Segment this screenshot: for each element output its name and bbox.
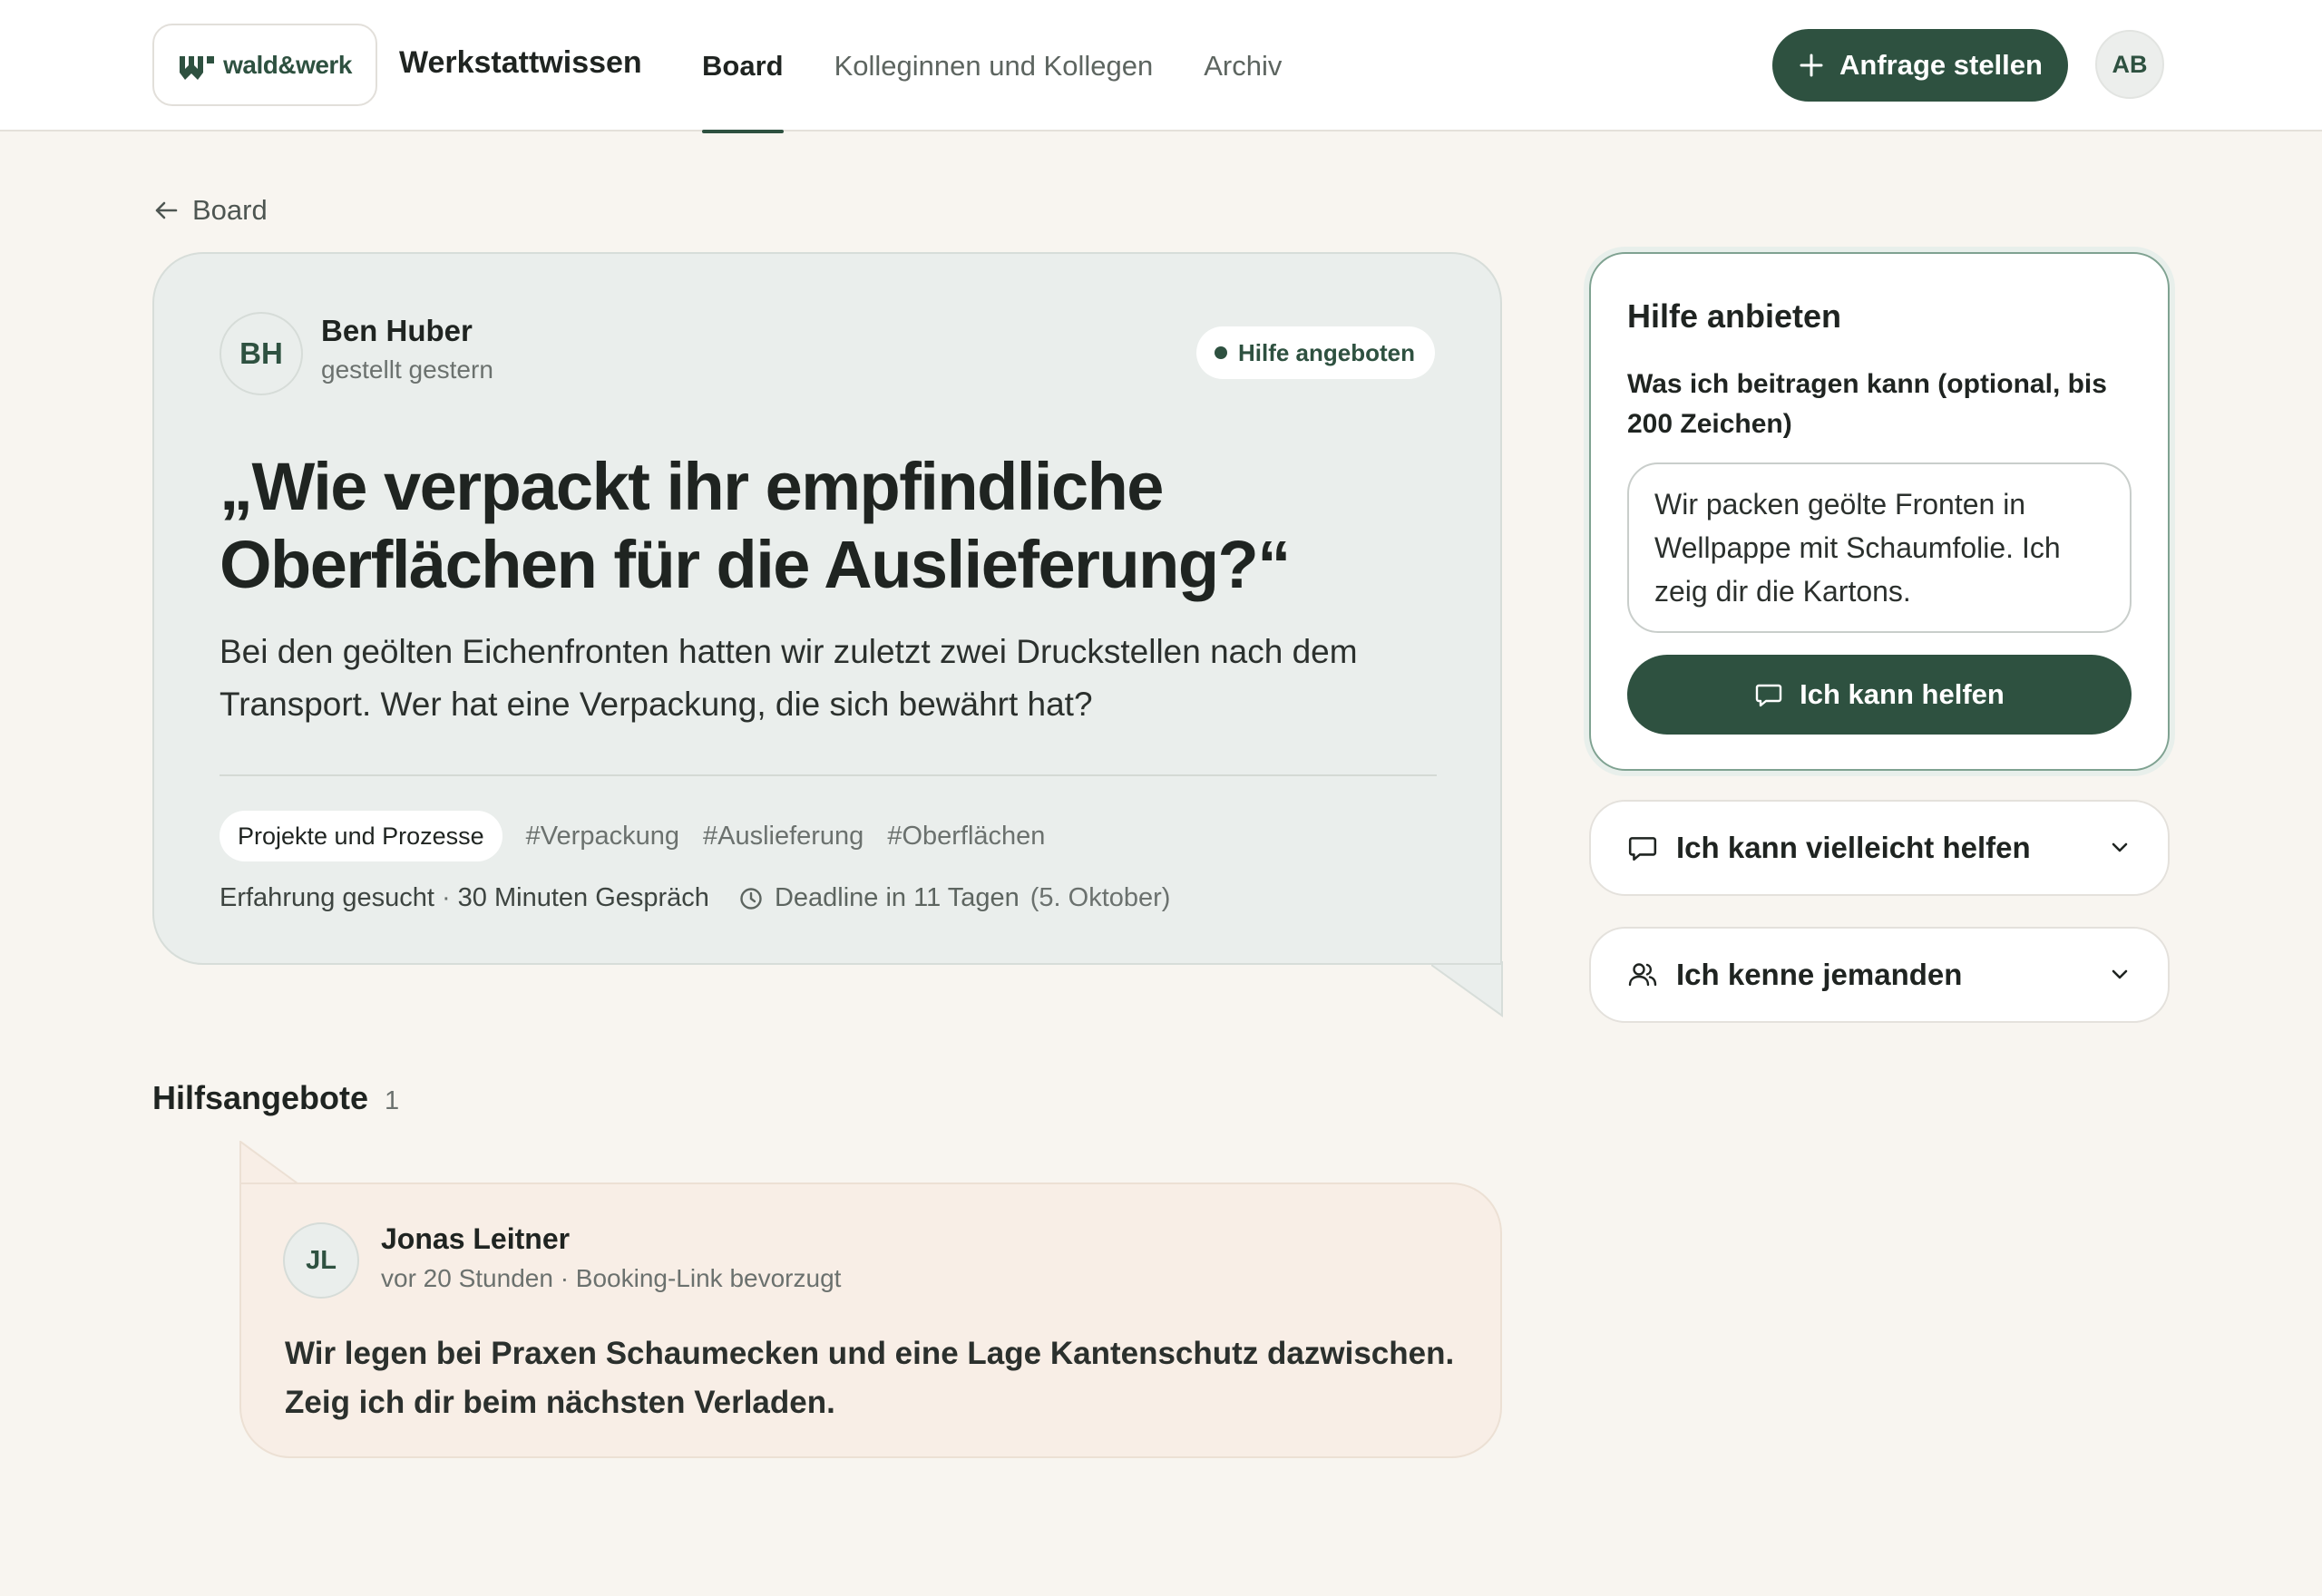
question-meta-row: Erfahrung gesucht · 30 Minuten Gespräch … <box>220 883 1170 913</box>
users-icon <box>1628 963 1657 987</box>
tag-row: Projekte und Prozesse #Verpackung #Ausli… <box>220 811 1045 861</box>
logo-text: wald&werk <box>223 50 352 79</box>
offer-meta: vor 20 Stunden · Booking-Link bevorzugt <box>381 1264 842 1292</box>
app-name: Werkstattwissen <box>399 45 642 80</box>
offers-count: 1 <box>385 1086 400 1115</box>
user-avatar[interactable]: AB <box>2095 30 2164 99</box>
accordion-maybe-help[interactable]: Ich kann vielleicht helfen <box>1589 800 2170 896</box>
chat-bubble-icon <box>1755 684 1782 707</box>
chevron-down-icon <box>2112 842 2128 852</box>
request-format: 30 Minuten Gespräch <box>457 883 709 912</box>
request-type: Erfahrung gesucht <box>220 883 434 912</box>
i-can-help-label: Ich kann helfen <box>1800 678 2005 710</box>
category-pill[interactable]: Projekte und Prozesse <box>220 811 502 861</box>
tag-auslieferung[interactable]: #Auslieferung <box>703 822 863 852</box>
offer-author-avatar: JL <box>283 1222 359 1299</box>
chat-bubble-icon <box>1628 837 1657 861</box>
deadline-date: (5. Oktober) <box>1029 883 1171 912</box>
tag-verpackung[interactable]: #Verpackung <box>526 822 679 852</box>
status-label: Hilfe angeboten <box>1237 338 1415 366</box>
question-body: Bei den geölten Eichenfronten hatten wir… <box>220 633 1358 723</box>
author-meta: gestellt gestern <box>321 355 493 384</box>
nav-item-colleagues[interactable]: Kolleginnen und Kollegen <box>834 0 1154 131</box>
plus-icon <box>1800 54 1823 77</box>
arrow-left-icon <box>155 201 178 219</box>
nav-item-board[interactable]: Board <box>702 0 784 133</box>
accordion-maybe-help-label: Ich kann vielleicht helfen <box>1676 831 2031 864</box>
create-request-button[interactable]: Anfrage stellen <box>1772 29 2068 102</box>
create-request-label: Anfrage stellen <box>1839 49 2043 81</box>
divider <box>220 774 1437 776</box>
nav-item-archive[interactable]: Archiv <box>1204 0 1282 131</box>
offer-text: Wir legen bei Praxen Schaumecken und ein… <box>285 1336 1455 1420</box>
meta-separator: · <box>441 883 451 912</box>
tag-oberflaechen[interactable]: #Oberflächen <box>887 822 1045 852</box>
offers-heading: Hilfsangebote 1 <box>152 1079 399 1117</box>
status-badge: Hilfe angeboten <box>1195 326 1435 379</box>
back-link[interactable]: Board <box>152 194 268 227</box>
author-avatar: BH <box>220 312 303 395</box>
deadline: Deadline in 11 Tagen <box>738 883 1020 913</box>
clock-icon <box>740 887 762 910</box>
contribution-label: Was ich beitragen kann (optional, bis 20… <box>1627 369 2107 439</box>
question-card: BH Ben Huber gestellt gestern Hilfe ange… <box>152 252 1502 965</box>
accordion-know-someone-label: Ich kenne jemanden <box>1676 958 1963 991</box>
logo-mark-icon <box>180 55 215 80</box>
accordion-know-someone[interactable]: Ich kenne jemanden <box>1589 927 2170 1023</box>
offer-help-panel: Hilfe anbieten Was ich beitragen kann (o… <box>1589 252 2170 771</box>
help-offer-card: JL Jonas Leitner vor 20 Stunden · Bookin… <box>239 1182 1502 1458</box>
help-panel-title: Hilfe anbieten <box>1627 297 1842 335</box>
offer-author-name: Jonas Leitner <box>381 1222 571 1255</box>
main-nav: Board Kolleginnen und Kollegen Archiv <box>702 0 1282 133</box>
author-name: Ben Huber <box>321 314 473 347</box>
question-title: „Wie verpackt ihr empfindliche Oberfläch… <box>220 449 1291 602</box>
deadline-label: Deadline in 11 Tagen <box>774 883 1020 912</box>
top-navigation-bar: wald&werk Werkstattwissen Board Kollegin… <box>0 0 2322 133</box>
offers-title: Hilfsangebote <box>152 1079 369 1116</box>
chevron-down-icon <box>2112 969 2128 979</box>
logo[interactable]: wald&werk <box>152 24 377 106</box>
speech-tail <box>239 1141 299 1184</box>
i-can-help-button[interactable]: Ich kann helfen <box>1627 655 2132 735</box>
back-link-label: Board <box>192 194 268 226</box>
contribution-textarea[interactable]: Wir packen geölte Fronten in Wellpappe m… <box>1627 462 2132 633</box>
speech-tail <box>1431 961 1503 1017</box>
status-dot-icon <box>1214 346 1227 359</box>
